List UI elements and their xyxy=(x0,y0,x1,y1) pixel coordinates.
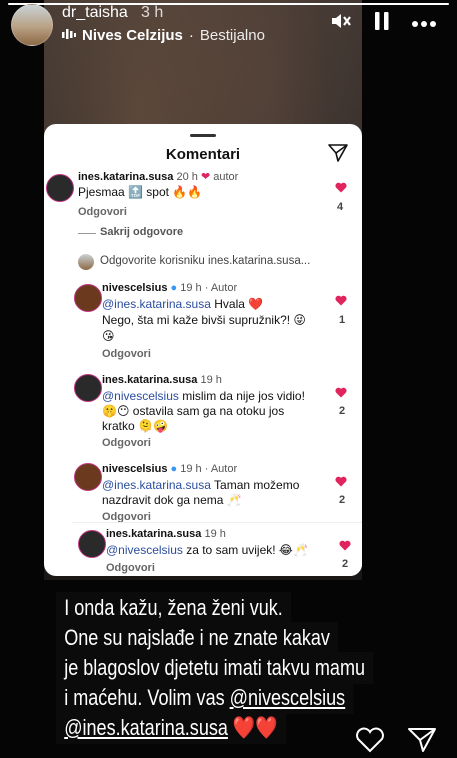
hide-replies-button[interactable]: Sakrij odgovore xyxy=(100,226,183,238)
pause-icon[interactable] xyxy=(373,11,391,36)
comment-text: @nivescelsius mislim da nije jos vidio! xyxy=(102,389,305,403)
verified-icon: ● xyxy=(170,463,178,475)
mute-icon[interactable] xyxy=(329,10,353,37)
comment-meta: ines.katarina.susa 19 h xyxy=(106,528,226,540)
comment-text-line2: 🤫😶 ostavila sam ga na otoku jos xyxy=(102,404,285,418)
like-heart-icon[interactable] xyxy=(335,387,347,398)
comment-user: nivescelsius xyxy=(102,463,168,475)
mention: @ines.katarina.susa xyxy=(102,297,211,311)
comment-time: 19 h xyxy=(180,463,202,475)
like-count: 2 xyxy=(342,558,349,570)
like-heart-icon[interactable] xyxy=(339,540,351,551)
mention-tag[interactable]: @ines.katarina.susa xyxy=(64,715,228,740)
mention: @ines.katarina.susa xyxy=(102,478,211,492)
replies-divider xyxy=(78,233,96,234)
drag-handle[interactable] xyxy=(190,134,216,137)
comment-meta: nivescelsius ● 19 h · Autor xyxy=(102,282,238,294)
avatar[interactable] xyxy=(11,4,53,46)
comment-time: 19 h xyxy=(200,374,222,386)
caption-line: i maćehu. Volim vas @nivescelsius xyxy=(56,682,354,714)
comment-time: 20 h xyxy=(176,171,198,183)
reply-link[interactable]: Odgovori xyxy=(106,562,155,574)
comment-meta: ines.katarina.susa 20 h ❤ autor xyxy=(78,170,238,183)
comment-text-line2: nazdravit dok ga nema 🥂 xyxy=(102,493,242,507)
comment-text-line3: 😘 xyxy=(102,329,115,343)
comment-meta: nivescelsius ● 19 h · Autor xyxy=(102,463,238,475)
own-avatar xyxy=(78,254,94,270)
commenter-avatar[interactable] xyxy=(74,284,102,312)
comment-text-line3: kratko 🫠🤪 xyxy=(102,419,168,433)
comment-badge: autor xyxy=(213,171,239,183)
share-icon[interactable] xyxy=(407,727,437,758)
caption-line: I onda kažu, žena ženi vuk. xyxy=(56,592,292,624)
verified-icon: ● xyxy=(170,282,178,294)
like-heart-icon[interactable] xyxy=(335,295,347,306)
commenter-avatar[interactable] xyxy=(74,374,102,402)
reply-input[interactable]: Odgovorite korisniku ines.katarina.susa.… xyxy=(100,253,310,269)
like-count: 2 xyxy=(339,405,346,417)
comment-badge: Autor xyxy=(210,463,238,475)
mention-tag[interactable]: @nivescelsius xyxy=(230,685,346,710)
reply-link[interactable]: Odgovori xyxy=(102,348,151,360)
like-count: 1 xyxy=(339,314,346,326)
commenter-avatar[interactable] xyxy=(46,174,74,202)
comment-text: @ines.katarina.susa Taman možemo xyxy=(102,478,300,492)
caption-text: i maćehu. Volim vas xyxy=(64,685,230,710)
comments-title: Komentari xyxy=(165,146,241,163)
like-count: 2 xyxy=(339,494,346,506)
comment-text: Pjesmaa 🔝 spot 🔥🔥 xyxy=(78,185,203,199)
music-info[interactable]: Nives Celzijus · Bestijalno xyxy=(62,27,265,44)
more-icon[interactable] xyxy=(411,15,437,33)
comment-text: @ines.katarina.susa Hvala ❤️ xyxy=(102,297,264,311)
music-bars-icon xyxy=(62,27,76,44)
comment-text-line2: Nego, šta mi kaže bivši supružnik?! 😜 xyxy=(102,313,306,327)
mention: @nivescelsius xyxy=(106,543,183,557)
like-heart-icon[interactable] xyxy=(335,476,347,487)
like-count: 4 xyxy=(337,201,344,213)
comments-card: Komentari ines.katarina.susa 20 h ❤ auto… xyxy=(44,124,362,576)
reply-link[interactable]: Odgovori xyxy=(102,437,151,449)
caption-line: @ines.katarina.susa ❤️❤️ xyxy=(56,712,287,744)
comment-time: 19 h xyxy=(204,528,226,540)
comment-user: ines.katarina.susa xyxy=(106,528,202,540)
send-icon[interactable] xyxy=(328,144,348,167)
music-song: Bestijalno xyxy=(199,27,265,44)
comment-user: ines.katarina.susa xyxy=(102,374,198,386)
story-time: 3 h xyxy=(141,4,164,21)
comment-meta: ines.katarina.susa 19 h xyxy=(102,374,222,386)
story-username[interactable]: dr_taisha xyxy=(62,4,128,22)
comment-time: 19 h xyxy=(180,282,202,294)
commenter-avatar[interactable] xyxy=(78,530,106,558)
caption-line: je blagoslov djetetu imati takvu mamu xyxy=(56,652,374,684)
mention: @nivescelsius xyxy=(102,389,179,403)
reply-link[interactable]: Odgovori xyxy=(78,206,127,218)
music-separator: · xyxy=(188,27,194,44)
comment-text: @nivescelsius za to sam uvijek! 😂🥂 xyxy=(106,543,308,557)
music-artist: Nives Celzijus xyxy=(82,27,183,44)
like-heart-icon[interactable] xyxy=(335,182,347,193)
commenter-avatar[interactable] xyxy=(74,463,102,491)
caption-line: One su najslađe i ne znate kakav xyxy=(56,622,339,654)
caption-text: ❤️❤️ xyxy=(227,715,278,740)
comment-user: ines.katarina.susa xyxy=(78,171,174,183)
comment-user: nivescelsius xyxy=(102,282,168,294)
heart-icon: ❤ xyxy=(200,171,211,183)
like-heart-outline-icon[interactable] xyxy=(355,727,385,758)
comment-badge: Autor xyxy=(210,282,238,294)
